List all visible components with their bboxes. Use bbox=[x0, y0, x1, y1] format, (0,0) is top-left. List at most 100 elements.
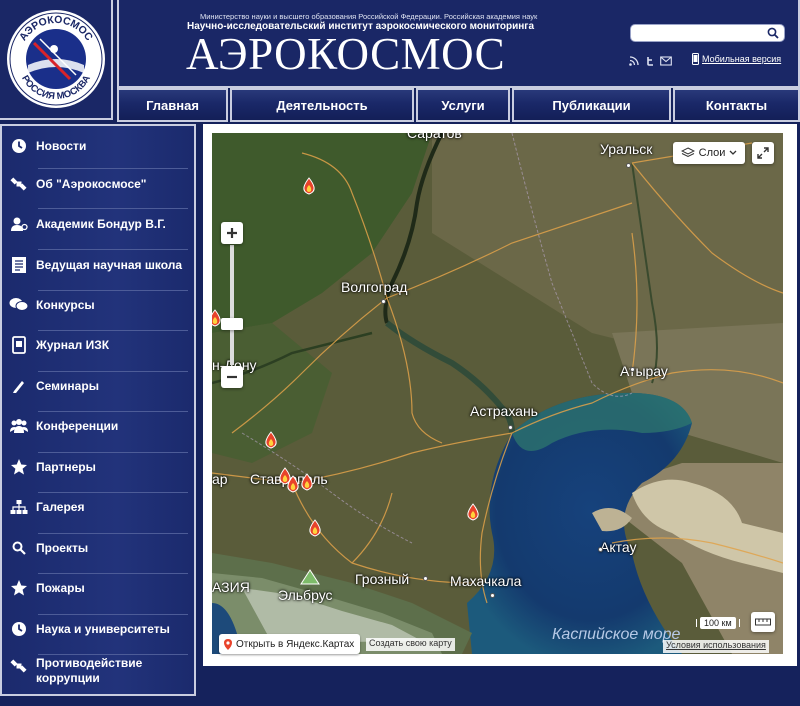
search-icon bbox=[9, 538, 29, 558]
sidebar-item-label: Наука и университеты bbox=[36, 621, 170, 636]
fire-icon[interactable] bbox=[300, 473, 314, 491]
map-pin-icon bbox=[224, 638, 232, 650]
site-title[interactable]: АЭРОКОСМОС bbox=[186, 32, 505, 77]
city-volgograd: Волгоград bbox=[341, 279, 408, 295]
minus-icon bbox=[227, 375, 237, 379]
zoom-slider-handle[interactable] bbox=[221, 318, 243, 330]
sidebar-item-label: Конкурсы bbox=[36, 297, 95, 312]
expand-icon bbox=[757, 147, 769, 159]
zoom-out-button[interactable] bbox=[221, 366, 243, 388]
fire-icon[interactable] bbox=[264, 431, 278, 449]
city-makhachkala: Махачкала bbox=[450, 573, 522, 589]
sidebar-item-label: Об "Аэрокосмосе" bbox=[36, 176, 147, 191]
nav-main[interactable]: Главная bbox=[117, 88, 228, 122]
sidebar-item-school[interactable]: Ведущая научная школа bbox=[2, 245, 194, 285]
city-grozny: Грозный bbox=[355, 571, 410, 587]
map-scale: 100 км bbox=[696, 617, 740, 629]
ruler-icon bbox=[755, 618, 771, 626]
mountain-icon bbox=[300, 569, 320, 585]
fire-icon[interactable] bbox=[308, 519, 322, 537]
layers-label: Слои bbox=[698, 147, 726, 159]
pen-icon bbox=[9, 376, 29, 396]
sidebar-item-gallery[interactable]: Галерея bbox=[2, 487, 194, 527]
sidebar-item-label: Противодействие коррупции bbox=[36, 656, 143, 685]
aerokosmos-logo[interactable]: АЭРОКОСМОС РОССИЯ МОСКВА bbox=[6, 9, 106, 109]
logo-panel: АЭРОКОСМОС РОССИЯ МОСКВА bbox=[0, 0, 113, 120]
user-icon bbox=[9, 214, 29, 234]
journal-icon bbox=[9, 335, 29, 355]
sidebar-item-news[interactable]: Новости bbox=[2, 126, 194, 166]
mobile-version-link[interactable]: Мобильная версия bbox=[692, 53, 781, 65]
sidebar-item-label: Академик Бондур В.Г. bbox=[36, 216, 166, 231]
mail-icon[interactable] bbox=[660, 55, 672, 67]
sidebar-item-label: Новости bbox=[36, 138, 87, 153]
fire-icon[interactable] bbox=[286, 475, 300, 493]
satellite-icon bbox=[9, 174, 29, 194]
city-saratov: Саратов bbox=[407, 133, 462, 141]
search-button[interactable] bbox=[762, 25, 784, 41]
sidebar-item-fires[interactable]: Пожары bbox=[2, 568, 194, 608]
sidebar-item-anticorruption[interactable]: Противодействие коррупции bbox=[2, 656, 194, 692]
region-abkhazia: АЗИЯ bbox=[212, 579, 250, 595]
zoom-slider-track[interactable] bbox=[230, 245, 234, 365]
group-icon bbox=[9, 416, 29, 436]
fire-map[interactable]: Саратов Уральск Волгоград н-Дону Атырау … bbox=[212, 133, 783, 654]
search-icon bbox=[767, 27, 779, 39]
clock-icon bbox=[9, 136, 29, 156]
sitemap-icon bbox=[9, 497, 29, 517]
nav-publications[interactable]: Публикации bbox=[512, 88, 671, 122]
document-icon bbox=[9, 255, 29, 275]
city-aktau: Актау bbox=[600, 539, 637, 555]
city-atyrau: Атырау bbox=[620, 363, 668, 379]
layers-button[interactable]: Слои bbox=[673, 142, 745, 164]
create-map-link[interactable]: Создать свою карту bbox=[366, 638, 455, 651]
peak-elbrus: Эльбрус bbox=[278, 587, 333, 603]
satellite-icon bbox=[9, 656, 29, 676]
nav-activity[interactable]: Деятельность bbox=[230, 88, 414, 122]
sidebar-item-conferences[interactable]: Конференции bbox=[2, 406, 194, 446]
star-icon bbox=[9, 578, 29, 598]
layers-icon bbox=[680, 147, 695, 158]
sidebar-item-label: Партнеры bbox=[36, 459, 96, 474]
sidebar-item-academician[interactable]: Академик Бондур В.Г. bbox=[2, 204, 194, 244]
sidebar-item-label: Конференции bbox=[36, 418, 119, 433]
sidebar-item-label: Ведущая научная школа bbox=[36, 257, 183, 272]
search-input[interactable] bbox=[630, 24, 785, 42]
rss-icon[interactable] bbox=[628, 55, 640, 67]
sidebar-item-about[interactable]: Об "Аэрокосмосе" bbox=[2, 164, 194, 204]
scale-label: 100 км bbox=[700, 617, 736, 629]
ruler-button[interactable] bbox=[751, 612, 775, 632]
terms-link[interactable]: Условия использования bbox=[663, 640, 769, 653]
fire-icon[interactable] bbox=[302, 177, 316, 195]
chat-icon bbox=[9, 295, 29, 315]
sidebar-item-seminars[interactable]: Семинары bbox=[2, 366, 194, 406]
sidebar-item-contests[interactable]: Конкурсы bbox=[2, 285, 194, 325]
fullscreen-button[interactable] bbox=[752, 142, 774, 164]
sidebar-item-journal[interactable]: Журнал ИЗК bbox=[2, 325, 194, 365]
chevron-down-icon bbox=[729, 150, 737, 155]
clock-icon bbox=[9, 619, 29, 639]
sidebar-item-label: Галерея bbox=[36, 499, 85, 514]
fire-icon[interactable] bbox=[466, 503, 480, 521]
open-in-yandex-button[interactable]: Открыть в Яндекс.Картах bbox=[219, 634, 361, 654]
twitter-icon[interactable] bbox=[644, 55, 656, 67]
mobile-version-label: Мобильная версия bbox=[702, 54, 782, 64]
star-icon bbox=[9, 457, 29, 477]
plus-icon bbox=[227, 228, 237, 238]
sea-label-caspian: Каспийское море bbox=[552, 626, 681, 643]
nav-services[interactable]: Услуги bbox=[416, 88, 510, 122]
city-krasnodar: ар bbox=[212, 471, 228, 487]
sidebar-item-label: Проекты bbox=[36, 540, 89, 555]
sidebar-item-science[interactable]: Наука и университеты bbox=[2, 609, 194, 649]
sidebar-item-label: Пожары bbox=[36, 580, 85, 595]
sidebar-item-label: Семинары bbox=[36, 378, 99, 393]
main-nav: Главная Деятельность Услуги Публикации К… bbox=[117, 88, 800, 122]
phone-icon bbox=[692, 53, 699, 65]
ministry-line: Министерство науки и высшего образования… bbox=[200, 12, 538, 21]
city-uralsk: Уральск bbox=[600, 141, 653, 157]
zoom-in-button[interactable] bbox=[221, 222, 243, 244]
city-astrakhan: Астрахань bbox=[470, 403, 538, 419]
sidebar-item-partners[interactable]: Партнеры bbox=[2, 447, 194, 487]
nav-contacts[interactable]: Контакты bbox=[673, 88, 800, 122]
sidebar-item-projects[interactable]: Проекты bbox=[2, 528, 194, 568]
